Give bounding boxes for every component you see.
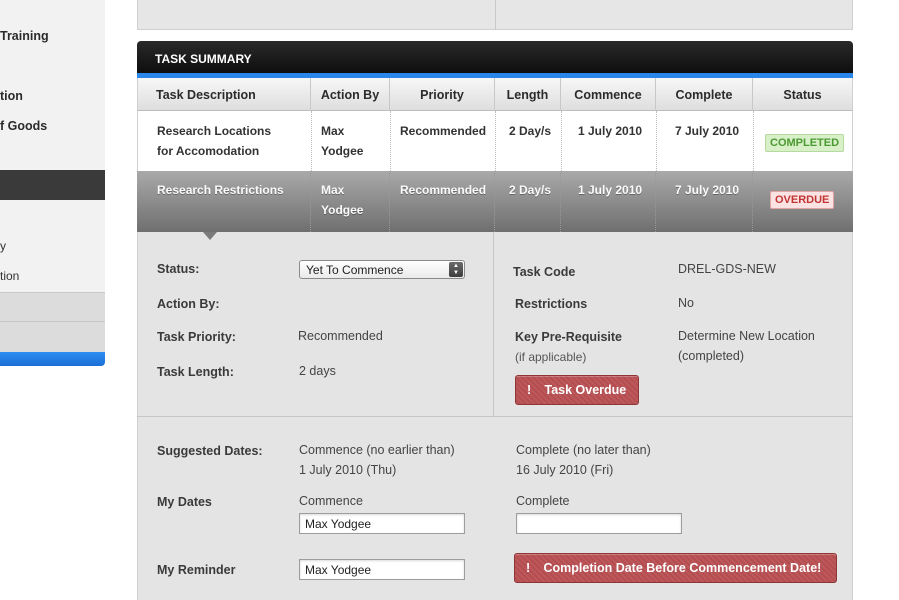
cell-separator [310, 171, 311, 232]
restrictions-value: No [678, 296, 694, 310]
commence-hint: Commence (no earlier than) [299, 443, 455, 457]
col-commence[interactable]: Commence [561, 78, 656, 111]
table-row-selected[interactable]: Research Restrictions Max Yodgee Recomme… [137, 171, 853, 232]
suggested-complete-date: 16 July 2010 (Fri) [516, 463, 614, 477]
task-length-label: Task Length: [157, 365, 234, 379]
cell-length: 2 Day/s [509, 183, 552, 197]
cell-separator [752, 171, 753, 232]
cell-complete: 7 July 2010 [675, 124, 740, 138]
cell-commence: 1 July 2010 [578, 183, 643, 197]
cell-action-by-line: Max [321, 183, 345, 197]
col-status[interactable]: Status [753, 78, 852, 111]
cell-separator [655, 171, 656, 232]
task-length-value: 2 days [299, 364, 336, 378]
previous-panel [137, 0, 853, 30]
cell-priority: Recommended [400, 183, 487, 197]
cell-length: 2 Day/s [509, 124, 552, 138]
sidebar-footer-bar [0, 352, 105, 366]
panel-divider [495, 0, 496, 30]
complete-hint: Complete (no later than) [516, 443, 651, 457]
cell-action-by: Max Yodgee [321, 180, 363, 220]
date-warning-button[interactable]: ! Completion Date Before Commencement Da… [514, 553, 837, 583]
sidebar-active-section[interactable] [0, 170, 105, 200]
date-warning-label: Completion Date Before Commencement Date… [543, 561, 822, 575]
cell-separator [390, 111, 391, 171]
cell-action-by-line: Max [321, 124, 345, 138]
sidebar: Training tion f Goods y tion [0, 0, 105, 600]
col-priority[interactable]: Priority [390, 78, 495, 111]
task-summary-title: TASK SUMMARY [137, 41, 853, 73]
task-code-label: Task Code [513, 265, 576, 279]
cell-action-by-line: Yodgee [321, 203, 364, 217]
sidebar-item-training[interactable]: Training [0, 29, 49, 43]
cell-separator [753, 111, 754, 171]
select-stepper-icon[interactable]: ▲ ▼ [449, 262, 463, 277]
cell-separator [389, 171, 390, 232]
sidebar-item-tion[interactable]: tion [0, 89, 23, 103]
cell-description: Research Restrictions [157, 183, 284, 197]
col-action-by[interactable]: Action By [311, 78, 390, 111]
suggested-dates-label: Suggested Dates: [157, 444, 263, 458]
restrictions-label: Restrictions [515, 297, 588, 311]
prereq-value-status: (completed) [678, 349, 744, 363]
cell-separator [495, 111, 496, 171]
complete-field-label: Complete [516, 494, 570, 508]
cell-description: Research Locations for Accomodation [157, 121, 271, 161]
status-badge-completed: COMPLETED [765, 134, 845, 152]
task-priority-value: Recommended [298, 329, 383, 343]
reminder-input[interactable]: Max Yodgee [299, 559, 465, 580]
suggested-commence-date: 1 July 2010 (Thu) [299, 463, 397, 477]
sidebar-menu-bg [0, 0, 105, 170]
my-reminder-label: My Reminder [157, 563, 236, 577]
prereq-value: Determine New Location [678, 329, 815, 343]
exclamation-icon: ! [526, 561, 531, 575]
commence-input[interactable]: Max Yodgee [299, 513, 465, 534]
sidebar-subitem-y[interactable]: y [0, 239, 6, 253]
col-task-description[interactable]: Task Description [138, 78, 311, 111]
col-length[interactable]: Length [495, 78, 561, 111]
cell-description-line: for Accomodation [157, 144, 260, 158]
cell-separator [656, 111, 657, 171]
sidebar-subitem-tion[interactable]: tion [0, 269, 19, 283]
status-label: Status: [157, 262, 200, 276]
cell-separator [561, 111, 562, 171]
cell-separator [311, 111, 312, 171]
status-select-value: Yet To Commence [306, 263, 404, 277]
prereq-label: Key Pre-Requisite [515, 330, 622, 344]
table-header: Task Description Action By Priority Leng… [137, 78, 853, 111]
cell-complete: 7 July 2010 [675, 183, 740, 197]
cell-action-by: Max Yodgee [321, 121, 363, 161]
cell-priority: Recommended [400, 124, 487, 138]
sidebar-item-grey-1[interactable] [0, 292, 105, 321]
prereq-sublabel: (if applicable) [515, 350, 587, 364]
detail-horizontal-divider [137, 416, 853, 417]
task-overdue-button[interactable]: ! Task Overdue [515, 375, 639, 405]
commence-field-label: Commence [299, 494, 363, 508]
cell-commence: 1 July 2010 [578, 124, 643, 138]
sidebar-item-grey-2[interactable] [0, 321, 105, 352]
task-code-value: DREL-GDS-NEW [678, 262, 776, 276]
cell-description-line: Research Locations [157, 124, 272, 138]
status-badge-overdue: OVERDUE [770, 191, 835, 209]
col-complete[interactable]: Complete [656, 78, 753, 111]
selected-row-pointer [203, 232, 217, 240]
status-select[interactable]: Yet To Commence ▲ ▼ [299, 260, 465, 279]
cell-separator [560, 171, 561, 232]
cell-action-by-line: Yodgee [321, 144, 364, 158]
task-overdue-label: Task Overdue [544, 383, 627, 397]
table-row[interactable]: Research Locations for Accomodation Max … [137, 111, 853, 171]
exclamation-icon: ! [527, 383, 532, 397]
detail-vertical-divider [493, 232, 494, 416]
action-by-label: Action By: [157, 297, 220, 311]
my-dates-label: My Dates [157, 495, 212, 509]
cell-separator [494, 171, 495, 232]
task-priority-label: Task Priority: [157, 330, 236, 344]
sidebar-item-goods[interactable]: f Goods [0, 119, 47, 133]
complete-input[interactable] [516, 513, 682, 534]
